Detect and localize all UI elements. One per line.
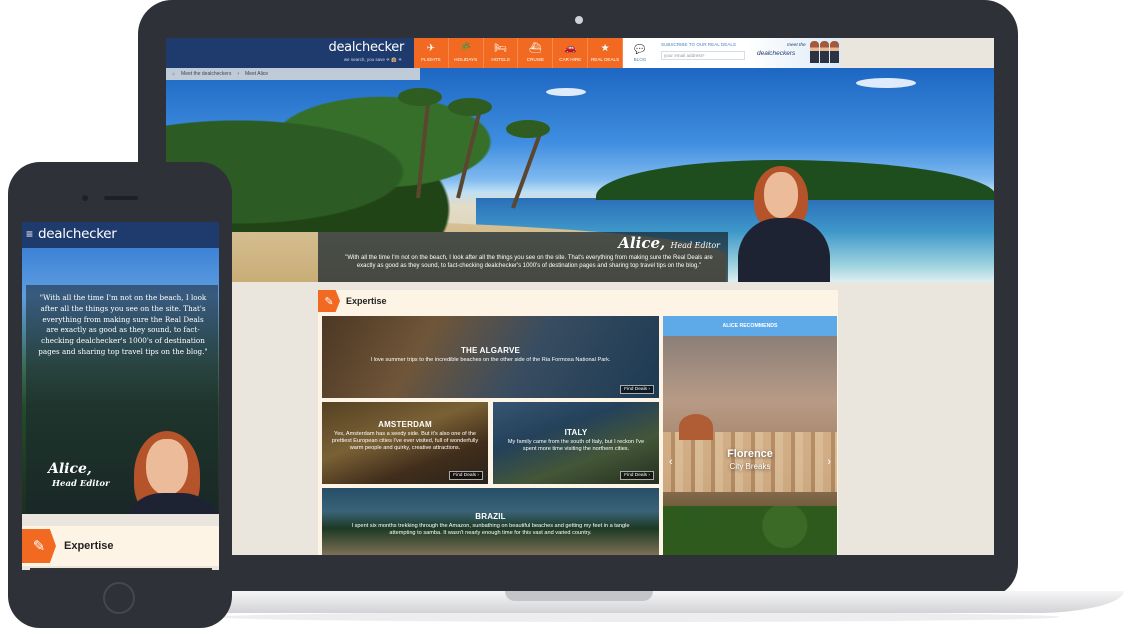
meet-the-dealcheckers-link[interactable]: meet the dealcheckers: [749, 38, 841, 68]
profile-role: Head Editor: [670, 241, 720, 250]
desktop-screen: dealchecker we search, you save ✈ 🏨 ☀ ✈ …: [166, 38, 994, 555]
hero-banner: ⌂ Meet the dealcheckers › Meet Alice Ali…: [166, 68, 994, 282]
cathedral-dome: [679, 414, 713, 440]
bed-icon: 🛏: [494, 43, 507, 54]
nav-label: REAL DEALS: [590, 57, 620, 62]
subscribe-label: SUBSCRIBE TO OUR REAL DEALS: [661, 42, 736, 47]
tile-amsterdam[interactable]: AMSTERDAM Yes, Amsterdam has a seedy sid…: [322, 402, 488, 484]
ship-icon: ⛴: [529, 43, 542, 54]
subscribe-box: SUBSCRIBE TO OUR REAL DEALS your email a…: [657, 38, 749, 68]
nav-item-flights[interactable]: ✈ FLIGHTS: [414, 38, 449, 68]
top-navigation: dealchecker we search, you save ✈ 🏨 ☀ ✈ …: [166, 38, 994, 68]
mobile-quote-box: "With all the time I'm not on the beach,…: [26, 285, 219, 514]
palm-icon: 🌴: [459, 43, 472, 54]
tile-text: I spent six months trekking through the …: [351, 523, 630, 536]
nav-item-hotels[interactable]: 🛏 HOTELS: [484, 38, 519, 68]
find-deals-button[interactable]: Find Deals ›: [620, 385, 654, 394]
car-icon: 🚗: [564, 43, 577, 54]
expertise-pin-icon: ✎: [318, 290, 340, 312]
nav-item-car-hire[interactable]: 🚗 CAR HIRE: [553, 38, 589, 68]
brand-tagline: we search, you save ✈ 🏨 ☀: [343, 57, 402, 62]
breadcrumb: ⌂ Meet the dealcheckers › Meet Alice: [166, 68, 420, 80]
profile-quote-box: Alice, Head Editor "With all the time I'…: [318, 232, 728, 282]
nav-label: HOLIDAYS: [454, 57, 478, 62]
recommends-panel: ALICE RECOMMENDS Florence City Breaks ‹ …: [663, 316, 837, 555]
tile-title: ITALY: [564, 428, 588, 437]
trees: [663, 506, 837, 555]
expertise-pin-icon: ✎: [22, 529, 56, 563]
chevron-left-icon[interactable]: ‹: [669, 456, 673, 468]
find-deals-button[interactable]: Find Deals ›: [449, 471, 483, 480]
phone-home-button: [103, 582, 135, 614]
mobile-expertise-title: Expertise: [64, 540, 114, 552]
phone-camera: [82, 195, 88, 201]
phone-speaker: [104, 196, 138, 200]
nav-item-real-deals[interactable]: ★ REAL DEALS: [588, 38, 623, 68]
category-nav: ✈ FLIGHTS 🌴 HOLIDAYS 🛏 HOTELS ⛴ CRUISE 🚗…: [414, 38, 623, 68]
meet-line1: meet the: [787, 43, 806, 48]
expertise-title: Expertise: [346, 296, 387, 306]
email-field[interactable]: your email address*: [661, 51, 745, 60]
find-deals-button[interactable]: Find Deals ›: [620, 471, 654, 480]
mobile-profile-name: Alice,: [48, 461, 92, 477]
profile-quote: "With all the time I'm not on the beach,…: [345, 255, 713, 269]
mobile-editor-photo-face: [146, 439, 188, 495]
tile-algarve[interactable]: THE ALGARVE I love summer trips to the i…: [322, 316, 659, 398]
cloud: [856, 78, 916, 88]
palm-crown: [398, 88, 442, 106]
mobile-screen: ≡ dealchecker "With all the time I'm not…: [22, 222, 219, 570]
mobile-expertise-header: ✎ Expertise: [22, 526, 219, 566]
cloud: [546, 88, 586, 96]
editor-photo-body: [738, 218, 830, 282]
nav-label: FLIGHTS: [421, 57, 441, 62]
mobile-brand-logo[interactable]: dealchecker: [38, 226, 117, 242]
tile-text: My family came from the south of Italy, …: [507, 439, 645, 452]
profile-name: Alice, Head Editor: [618, 234, 720, 252]
meet-line2: dealcheckers: [757, 50, 796, 57]
nav-label: HOTELS: [491, 57, 510, 62]
hamburger-menu-icon[interactable]: ≡: [26, 228, 33, 240]
brand-logo[interactable]: dealchecker we search, you save ✈ 🏨 ☀: [166, 38, 414, 68]
tile-brazil[interactable]: BRAZIL I spent six months trekking throu…: [322, 488, 659, 555]
nav-label: CAR HIRE: [559, 57, 582, 62]
tile-text: Yes, Amsterdam has a seedy side. But it'…: [331, 431, 479, 451]
mobile-hero: "With all the time I'm not on the beach,…: [22, 248, 219, 514]
nav-item-blog[interactable]: 💬 BLOG: [623, 38, 657, 68]
chevron-right-icon[interactable]: ›: [827, 456, 831, 468]
nav-item-holidays[interactable]: 🌴 HOLIDAYS: [449, 38, 484, 68]
brand-name: dealchecker: [328, 40, 405, 55]
breadcrumb-item[interactable]: Meet the dealcheckers: [181, 71, 231, 77]
home-icon[interactable]: ⌂: [172, 71, 175, 77]
recommends-heading: ALICE RECOMMENDS: [663, 316, 837, 336]
laptop-notch: [505, 591, 653, 601]
palm-crown: [506, 120, 550, 138]
mobile-next-tile-edge: [30, 568, 212, 570]
breadcrumb-item: Meet Alice: [245, 71, 269, 77]
laptop-shadow: [220, 612, 1060, 622]
tile-title: AMSTERDAM: [378, 420, 432, 429]
nav-label: CRUISE: [526, 57, 545, 62]
recommend-subtitle: City Breaks: [729, 462, 771, 471]
palm-crown: [448, 98, 492, 116]
laptop-camera: [575, 16, 583, 24]
tile-text: I love summer trips to the incredible be…: [370, 357, 611, 363]
recommend-image[interactable]: Florence City Breaks ‹ ›: [663, 336, 837, 555]
team-avatars: [809, 41, 839, 63]
breadcrumb-separator: ›: [237, 71, 240, 77]
editor-photo-face: [764, 172, 798, 218]
recommend-city: Florence: [727, 448, 773, 460]
tile-italy[interactable]: ITALY My family came from the south of I…: [493, 402, 659, 484]
chat-bubble-icon: 💬: [634, 44, 646, 54]
mobile-profile-role: Head Editor: [52, 479, 110, 489]
nav-item-cruise[interactable]: ⛴ CRUISE: [518, 38, 554, 68]
tile-title: BRAZIL: [475, 512, 506, 521]
plane-icon: ✈: [426, 43, 436, 54]
star-icon: ★: [600, 43, 610, 54]
tile-title: THE ALGARVE: [460, 346, 521, 355]
mobile-header: ≡ dealchecker: [22, 222, 219, 248]
blog-label: BLOG: [633, 57, 647, 62]
mobile-profile-quote: "With all the time I'm not on the beach,…: [38, 293, 208, 356]
expertise-header: ✎ Expertise: [318, 290, 838, 312]
